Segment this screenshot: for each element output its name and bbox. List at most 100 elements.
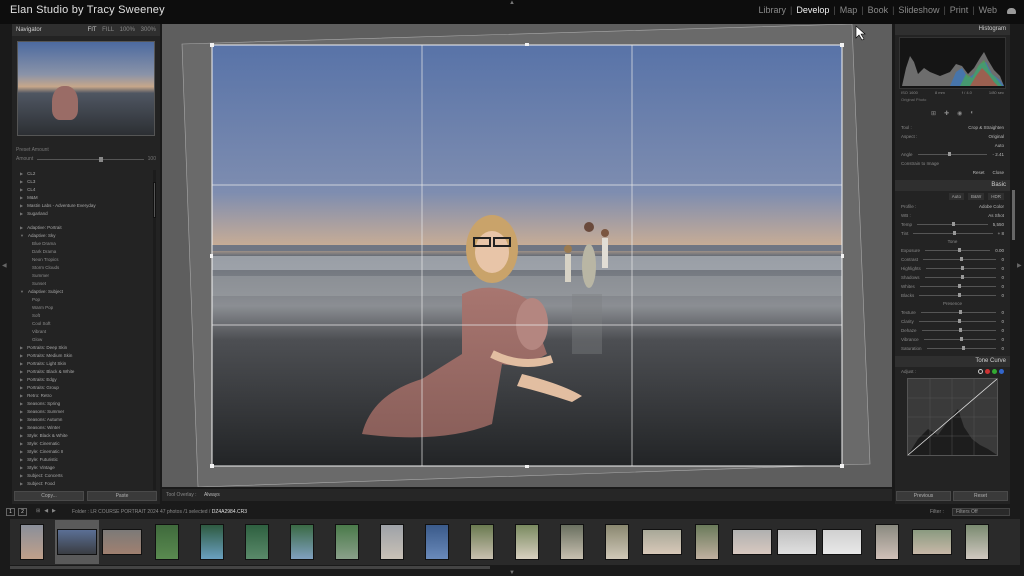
disclosure-triangle-icon[interactable]: ▶ — [20, 481, 23, 486]
preset-group[interactable]: ▶ Style: Cinematic — [20, 440, 152, 448]
adjust-slider[interactable] — [920, 310, 997, 314]
preset-group[interactable]: ▶ Seasons: Summer — [20, 408, 152, 416]
filmstrip-cell[interactable] — [325, 520, 369, 564]
adjust-slider[interactable] — [918, 319, 997, 323]
disclosure-triangle-icon[interactable]: ▶ — [20, 457, 23, 462]
zoom-fill[interactable]: FILL — [102, 27, 114, 33]
preset-amount-slider[interactable]: Amount 100 — [12, 154, 160, 164]
copy-button[interactable]: Copy... — [14, 491, 84, 501]
filmstrip-thumbnail[interactable] — [515, 524, 539, 560]
navigator-header[interactable]: Navigator FIT FILL 100% 300% — [12, 24, 160, 36]
temp-slider[interactable] — [917, 222, 988, 226]
disclosure-triangle-icon[interactable]: ▶ — [20, 425, 23, 430]
preset-item[interactable]: Cool Soft — [20, 320, 152, 328]
filmstrip-thumbnail[interactable] — [470, 524, 494, 560]
disclosure-triangle-icon[interactable]: ▶ — [20, 361, 23, 366]
filmstrip-cell[interactable] — [640, 520, 684, 564]
preset-group[interactable]: ▶ Portraits: Group — [20, 384, 152, 392]
preset-item[interactable]: Glow — [20, 336, 152, 344]
secondary-window-button[interactable]: 2 — [18, 508, 27, 516]
preset-group[interactable]: ▶ Portraits: Black & White — [20, 368, 152, 376]
preset-group[interactable]: ▶ Subject: Concerts — [20, 472, 152, 480]
preset-group[interactable]: ▶ Style: Futuristic — [20, 456, 152, 464]
filmstrip-cell[interactable] — [820, 520, 864, 564]
adjust-value[interactable]: 0 — [1001, 337, 1004, 342]
filmstrip-cell[interactable] — [280, 520, 324, 564]
preset-group[interactable]: ▼ Adaptive: Subject — [20, 288, 152, 296]
profile-select[interactable]: Adobe Color — [979, 204, 1004, 209]
crop-close-button[interactable]: Close — [992, 170, 1004, 175]
filmstrip-cell[interactable] — [10, 520, 54, 564]
disclosure-triangle-icon[interactable]: ▶ — [20, 353, 23, 358]
reset-button[interactable]: Reset — [953, 491, 1008, 501]
module-web[interactable]: Web — [976, 5, 1000, 15]
filmstrip-cell[interactable] — [595, 520, 639, 564]
adjust-slider[interactable] — [924, 275, 997, 279]
filmstrip-cell[interactable] — [505, 520, 549, 564]
preset-group[interactable]: ▶ Portraits: Deep Skin — [20, 344, 152, 352]
preset-item[interactable]: Dark Drama — [20, 248, 152, 256]
heal-tool-icon[interactable]: ✚ — [944, 110, 949, 117]
filmstrip-thumbnail[interactable] — [822, 529, 862, 555]
disclosure-triangle-icon[interactable]: ▶ — [20, 195, 23, 200]
preset-group[interactable]: ▶ CL3 — [20, 178, 152, 186]
adjust-value[interactable]: 0 — [1001, 284, 1004, 289]
cloud-sync-icon[interactable] — [1007, 8, 1016, 14]
curve-rgb-icon[interactable] — [978, 369, 983, 374]
aspect-select[interactable]: Original — [988, 134, 1004, 139]
adjust-slider[interactable] — [925, 266, 997, 270]
preset-group[interactable]: ▶ Seasons: Autumn — [20, 416, 152, 424]
basic-hdr-button[interactable]: HDR — [988, 193, 1004, 200]
disclosure-triangle-icon[interactable]: ▶ — [20, 369, 23, 374]
filmstrip-thumbnail[interactable] — [965, 524, 989, 560]
preset-group[interactable]: ▶ CL2 — [20, 170, 152, 178]
filmstrip-cell[interactable] — [955, 520, 999, 564]
preset-item[interactable]: Warm Pop — [20, 304, 152, 312]
preset-group[interactable]: ▶ Portraits: Medium Skin — [20, 352, 152, 360]
left-scrollbar[interactable] — [153, 170, 156, 490]
preset-group[interactable]: ▶ M&M — [20, 194, 152, 202]
filmstrip-thumbnail[interactable] — [245, 524, 269, 560]
crop-view[interactable] — [162, 23, 892, 488]
preset-group[interactable]: ▶ CL4 — [20, 186, 152, 194]
preset-item[interactable]: Pop — [20, 296, 152, 304]
filmstrip-thumbnail[interactable] — [695, 524, 719, 560]
collapse-bottom-icon[interactable]: ▼ — [509, 570, 515, 576]
disclosure-triangle-icon[interactable]: ▶ — [20, 179, 23, 184]
filmstrip-thumbnail[interactable] — [335, 524, 359, 560]
adjust-slider[interactable] — [919, 284, 997, 288]
zoom-fit[interactable]: FIT — [88, 27, 97, 33]
filmstrip-thumbnail[interactable] — [732, 529, 772, 555]
histogram-graph[interactable] — [899, 37, 1006, 89]
basic-bw-button[interactable]: B&W — [967, 193, 985, 200]
adjust-value[interactable]: 0 — [1001, 293, 1004, 298]
disclosure-triangle-icon[interactable]: ▶ — [20, 433, 23, 438]
filmstrip-thumbnail[interactable] — [290, 524, 314, 560]
preset-item[interactable]: Summer — [20, 272, 152, 280]
disclosure-triangle-icon[interactable]: ▼ — [20, 233, 24, 238]
wb-select[interactable]: As Shot — [988, 213, 1004, 218]
preset-group[interactable]: ▶ Style: Vintage — [20, 464, 152, 472]
filmstrip-cell[interactable] — [145, 520, 189, 564]
filmstrip-thumbnail[interactable] — [425, 524, 449, 560]
adjust-value[interactable]: 0 — [1001, 310, 1004, 315]
filmstrip-thumbnail[interactable] — [57, 529, 97, 555]
filmstrip-thumbnail[interactable] — [605, 524, 629, 560]
adjust-slider[interactable] — [919, 293, 997, 297]
angle-value[interactable]: - 2.41 — [992, 152, 1004, 157]
filmstrip-cell[interactable] — [415, 520, 459, 564]
filmstrip-thumbnail[interactable] — [200, 524, 224, 560]
filmstrip-thumbnail[interactable] — [912, 529, 952, 555]
adjust-value[interactable]: 0 — [1001, 346, 1004, 351]
preset-group[interactable]: ▶ Style: Cinematic II — [20, 448, 152, 456]
original-photo-checkbox[interactable]: Original Photo — [895, 96, 1010, 103]
tone-curve-graph[interactable] — [907, 378, 998, 456]
disclosure-triangle-icon[interactable]: ▶ — [20, 441, 23, 446]
main-window-button[interactable]: 1 — [6, 508, 15, 516]
redeye-tool-icon[interactable]: ◉ — [957, 110, 962, 117]
crop-tool-icon[interactable]: ⊞ — [931, 110, 936, 117]
filmstrip-scrollbar[interactable] — [10, 566, 490, 569]
adjust-slider[interactable] — [923, 337, 997, 341]
curve-red-icon[interactable] — [985, 369, 990, 374]
previous-button[interactable]: Previous — [896, 491, 951, 501]
